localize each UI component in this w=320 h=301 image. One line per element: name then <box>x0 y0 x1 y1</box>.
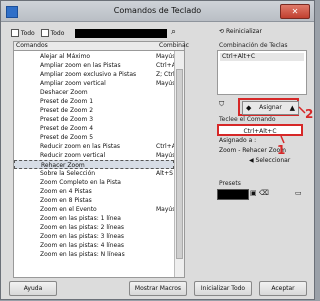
help-button[interactable]: Ayuda <box>9 281 57 296</box>
annotation-1: 1 <box>277 143 286 157</box>
keyboard-commands-dialog: Comandos de Teclado ✕ Todo Todo ⌕ Comand… <box>0 0 315 300</box>
annotation-lines <box>280 106 306 144</box>
reset-all-button[interactable]: Inicializar Todo <box>194 281 252 296</box>
annotation-2: 2 <box>305 107 314 121</box>
accept-button[interactable]: Aceptar <box>259 281 307 296</box>
show-macros-button[interactable]: Mostrar Macros <box>129 281 187 296</box>
